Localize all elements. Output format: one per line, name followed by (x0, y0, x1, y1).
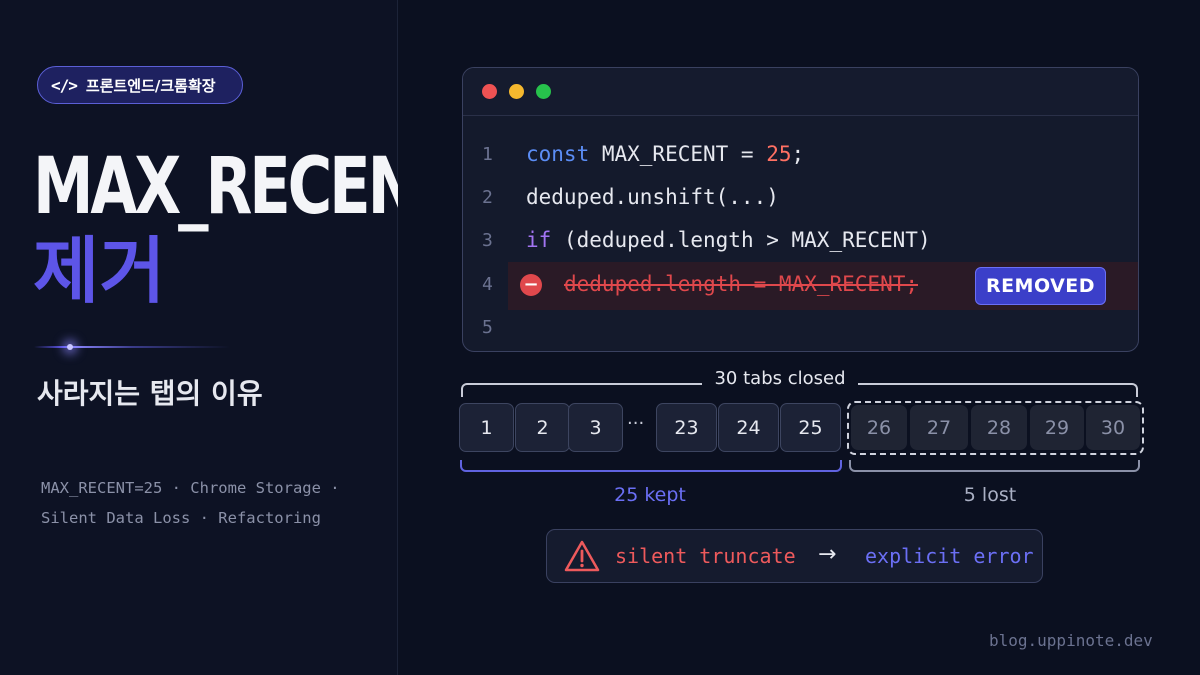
callout-box: silent truncate → explicit error (546, 529, 1043, 583)
tab-kept: 23 (656, 403, 717, 452)
tab-kept: 24 (718, 403, 779, 452)
code-text: deduped.unshift(...) (526, 185, 779, 209)
arrow-right-icon: → (818, 542, 837, 567)
title-line-2: 제거 (33, 229, 166, 313)
keyword: const (526, 142, 590, 166)
lost-label: 5 lost (963, 484, 1017, 506)
divider-glow-dot (67, 344, 73, 350)
code-segment: ; (791, 142, 805, 166)
left-panel: </> 프론트엔드/크롬확장 MAX_RECENT 제거 사라지는 탭의 이유 … (0, 0, 457, 675)
code-segment: MAX_RECENT = (589, 142, 767, 166)
line-number: 1 (482, 143, 493, 165)
category-label: 프론트엔드/크롬확장 (85, 76, 216, 95)
meta-tags-line-2: Silent Data Loss · Refactoring (41, 509, 321, 527)
category-tag[interactable]: </> 프론트엔드/크롬확장 (37, 66, 243, 104)
code-text: const MAX_RECENT = 25; (526, 142, 804, 166)
code-line-1: 1 const MAX_RECENT = 25; (463, 131, 1138, 177)
subtitle: 사라지는 탭의 이유 (37, 377, 263, 410)
tab-kept: 3 (568, 403, 623, 452)
tab-kept: 1 (459, 403, 514, 452)
line-number: 2 (482, 186, 493, 208)
removed-badge: REMOVED (975, 267, 1106, 305)
tab-lost: 27 (910, 405, 968, 450)
callout-to: explicit error (865, 544, 1034, 568)
tab-lost: 28 (971, 405, 1027, 450)
keyword: if (526, 228, 552, 252)
line-number: 4 (482, 273, 493, 295)
code-segment: (deduped.length > MAX_RECENT) (551, 228, 931, 252)
line-number: 3 (482, 229, 493, 251)
tabs-ellipsis: ··· (627, 413, 645, 434)
window-titlebar (463, 68, 1138, 116)
removed-code: deduped.length = MAX_RECENT; (564, 272, 919, 296)
maximize-dot-icon (536, 84, 551, 99)
closed-tabs-label: 30 tabs closed (702, 368, 858, 390)
footer-url[interactable]: blog.uppinote.dev (989, 631, 1153, 650)
code-line-5: 5 (463, 304, 1138, 350)
line-number: 5 (482, 316, 493, 338)
minus-icon: − (520, 274, 542, 296)
tab-lost: 29 (1030, 405, 1084, 450)
number-literal: 25 (766, 142, 792, 166)
meta-tags-line-1: MAX_RECENT=25 · Chrome Storage · (41, 479, 340, 497)
kept-label: 25 kept (614, 484, 686, 506)
divider (34, 346, 230, 348)
lost-bracket (849, 460, 1140, 472)
minimize-dot-icon (509, 84, 524, 99)
code-text: if (deduped.length > MAX_RECENT) (526, 228, 931, 252)
kept-bracket (460, 460, 842, 472)
callout-from: silent truncate (615, 544, 796, 568)
tab-kept: 25 (780, 403, 841, 452)
warning-triangle-icon (564, 540, 600, 572)
tab-lost: 30 (1086, 405, 1140, 450)
code-line-2: 2 deduped.unshift(...) (463, 174, 1138, 220)
title-line-1: MAX_RECENT (33, 142, 457, 232)
tab-kept: 2 (515, 403, 570, 452)
code-icon: </> (51, 75, 78, 95)
code-window: 1 const MAX_RECENT = 25; 2 deduped.unshi… (462, 67, 1139, 352)
code-line-3: 3 if (deduped.length > MAX_RECENT) (463, 217, 1138, 263)
close-dot-icon (482, 84, 497, 99)
tab-lost: 26 (851, 405, 907, 450)
